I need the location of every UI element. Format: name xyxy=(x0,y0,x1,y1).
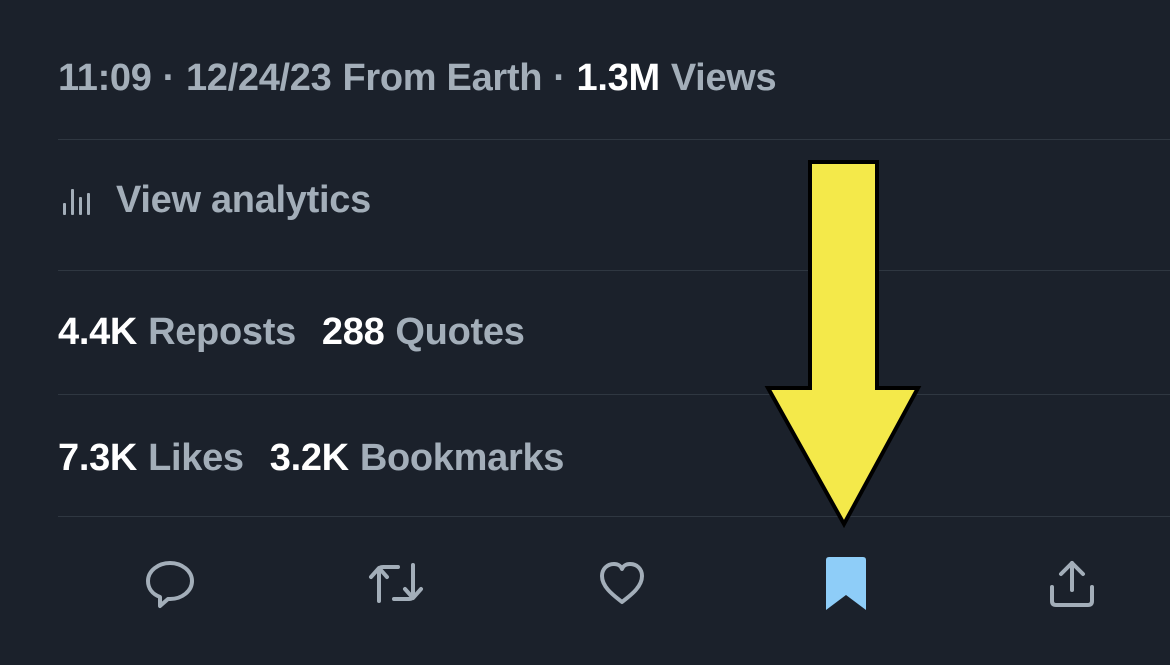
view-analytics-link[interactable]: View analytics xyxy=(58,174,1170,226)
tweet-action-bar xyxy=(0,548,1170,618)
share-upload-icon xyxy=(1050,561,1094,607)
bookmarks-count: 3.2K xyxy=(269,436,349,479)
reply-button[interactable] xyxy=(135,548,205,618)
like-button[interactable] xyxy=(587,548,657,618)
speech-bubble-icon xyxy=(146,561,194,608)
divider xyxy=(58,394,1170,395)
analytics-bars-icon xyxy=(58,185,98,215)
engagement-row-2: 7.3K Likes 3.2K Bookmarks xyxy=(58,432,1170,484)
tweet-date: 12/24/23 xyxy=(185,56,332,99)
share-button[interactable] xyxy=(1037,548,1107,618)
likes-label: Likes xyxy=(148,436,244,479)
tweet-time: 11:09 xyxy=(58,56,152,99)
views-count: 1.3M xyxy=(576,56,661,99)
divider xyxy=(58,139,1170,140)
view-analytics-label: View analytics xyxy=(116,178,371,221)
likes-count: 7.3K xyxy=(58,436,138,479)
bookmarks-label: Bookmarks xyxy=(359,436,565,479)
engagement-row-1: 4.4K Reposts 288 Quotes xyxy=(58,306,1170,358)
reposts-count: 4.4K xyxy=(58,310,138,353)
meta-separator: · xyxy=(162,56,176,99)
tweet-source: From Earth xyxy=(342,56,543,99)
heart-icon xyxy=(600,562,644,604)
divider xyxy=(58,516,1170,517)
repost-button[interactable] xyxy=(361,548,431,618)
repost-arrows-icon xyxy=(369,563,423,603)
reposts-stat[interactable]: 4.4K Reposts xyxy=(58,311,296,354)
quotes-stat[interactable]: 288 Quotes xyxy=(322,311,525,354)
annotation-arrow xyxy=(764,160,922,528)
likes-stat[interactable]: 7.3K Likes xyxy=(58,437,244,480)
bookmarks-stat: 3.2K Bookmarks xyxy=(269,436,565,480)
bookmark-icon xyxy=(826,557,866,610)
tweet-meta-line: 11:09 · 12/24/23 From Earth · 1.3M Views xyxy=(58,52,1170,104)
views-label: Views xyxy=(670,56,777,99)
meta-separator: · xyxy=(553,56,566,99)
divider xyxy=(58,270,1170,271)
reposts-label: Reposts xyxy=(148,310,296,353)
quotes-count: 288 xyxy=(321,310,385,353)
quotes-label: Quotes xyxy=(395,310,525,353)
bookmark-button[interactable] xyxy=(811,548,881,618)
